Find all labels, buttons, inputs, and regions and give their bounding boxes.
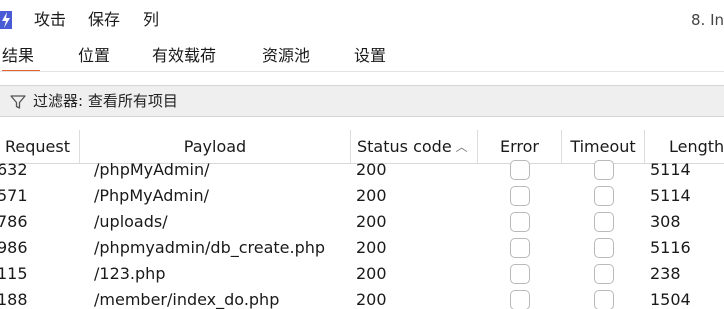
table-row[interactable]: 188/member/index_do.php 200 1504 xyxy=(0,287,724,309)
timeout-checkbox[interactable] xyxy=(594,186,614,206)
timeout-checkbox[interactable] xyxy=(594,238,614,258)
menu-bar: 攻击 保存 列 8. In xyxy=(0,0,724,40)
cell-payload: /member/index_do.php xyxy=(94,290,280,309)
cell-length: 5114 xyxy=(650,160,691,179)
cell-payload: /phpMyAdmin/ xyxy=(94,160,210,179)
error-checkbox[interactable] xyxy=(510,212,530,232)
cell-request: 632 xyxy=(0,160,28,179)
table-row[interactable]: 786/uploads/200 308 xyxy=(0,209,724,235)
filter-label: 过滤器: 查看所有项目 xyxy=(33,92,178,110)
error-checkbox[interactable] xyxy=(510,290,530,309)
cell-payload: /uploads/ xyxy=(94,212,168,231)
cell-length: 5116 xyxy=(650,238,691,257)
error-checkbox[interactable] xyxy=(510,160,530,180)
table-row[interactable]: 986/phpmyadmin/db_create.php 200 5116 xyxy=(0,235,724,261)
menu-save[interactable]: 保存 xyxy=(88,10,120,30)
tab-results[interactable]: 结果 xyxy=(2,46,41,72)
timeout-checkbox[interactable] xyxy=(594,264,614,284)
table-row[interactable]: 115/123.php 200 238 xyxy=(0,261,724,287)
cell-payload: /PhpMyAdmin/ xyxy=(94,186,209,205)
cell-payload: /123.php xyxy=(94,264,166,283)
error-checkbox[interactable] xyxy=(510,238,530,258)
menu-attack[interactable]: 攻击 xyxy=(34,10,66,30)
filter-bar[interactable]: 过滤器: 查看所有项目 xyxy=(0,85,724,117)
cell-status-code: 200 xyxy=(356,212,387,231)
cell-length: 238 xyxy=(650,264,681,283)
cell-request: 188 xyxy=(0,290,28,309)
cell-request: 786 xyxy=(0,212,28,231)
cell-status-code: 200 xyxy=(356,186,387,205)
burp-app-icon xyxy=(0,11,12,29)
table-row[interactable]: 632/phpMyAdmin/200 5114 xyxy=(0,157,724,183)
tab-payloads[interactable]: 有效载荷 xyxy=(152,46,216,66)
cell-status-code: 200 xyxy=(356,290,387,309)
timeout-checkbox[interactable] xyxy=(594,160,614,180)
results-table: Request Payload Status code ︿ Error Timeo… xyxy=(0,130,724,309)
cell-request: 571 xyxy=(0,186,28,205)
cell-payload: /phpmyadmin/db_create.php xyxy=(94,238,326,257)
cell-request: 986 xyxy=(0,238,28,257)
tab-resource-pool[interactable]: 资源池 xyxy=(262,46,310,66)
cell-status-code: 200 xyxy=(356,264,387,283)
timeout-checkbox[interactable] xyxy=(594,290,614,309)
tab-bar: 结果 位置 有效载荷 资源池 设置 xyxy=(0,40,724,72)
tab-divider xyxy=(0,71,724,72)
cell-status-code: 200 xyxy=(356,238,387,257)
timeout-checkbox[interactable] xyxy=(594,212,614,232)
cell-length: 5114 xyxy=(650,186,691,205)
table-row[interactable]: 571/PhpMyAdmin/200 5114 xyxy=(0,183,724,209)
menu-columns[interactable]: 列 xyxy=(143,10,159,30)
error-checkbox[interactable] xyxy=(510,186,530,206)
error-checkbox[interactable] xyxy=(510,264,530,284)
tab-positions[interactable]: 位置 xyxy=(78,46,110,66)
cell-request: 115 xyxy=(0,264,28,283)
cell-length: 308 xyxy=(650,212,681,231)
cell-length: 1504 xyxy=(650,290,691,309)
filter-icon xyxy=(10,95,26,109)
cell-status-code: 200 xyxy=(356,160,387,179)
window-title: 8. In xyxy=(690,11,724,29)
tab-settings[interactable]: 设置 xyxy=(354,46,386,66)
